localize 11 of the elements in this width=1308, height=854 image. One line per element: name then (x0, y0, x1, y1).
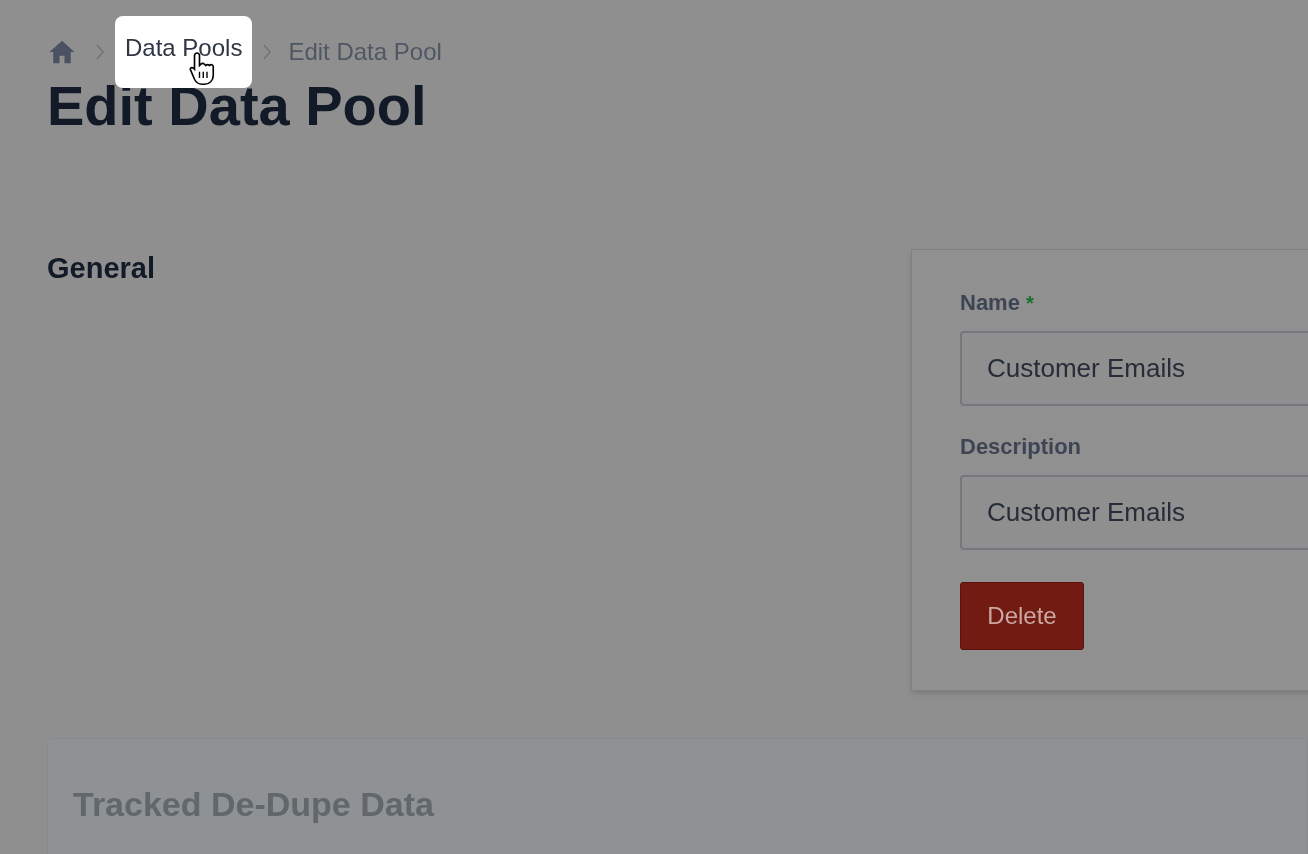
field-label: Description (960, 433, 1082, 461)
delete-button[interactable]: Delete (960, 582, 1084, 650)
section-title: General (47, 251, 156, 286)
required-mark: * (1025, 291, 1034, 316)
chevron-icon (262, 42, 273, 62)
chevron-icon (95, 42, 105, 62)
field-label: Name (960, 289, 1020, 317)
breadcrumb-link[interactable]: Edit Data Pool (288, 34, 442, 70)
breadcrumb-link[interactable]: Data Pools (115, 16, 253, 88)
text-field[interactable]: Customer Emails (960, 475, 1308, 550)
text-field[interactable]: Customer Emails (960, 331, 1308, 406)
